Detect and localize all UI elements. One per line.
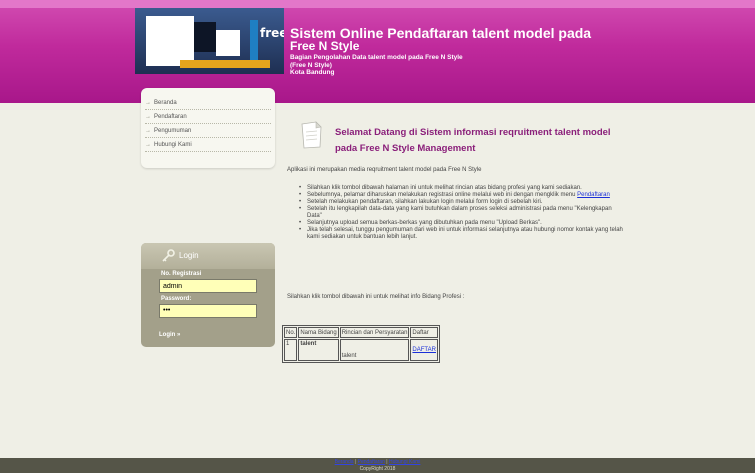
table-header-row: No. Nama Bidang Rincian dan Persyaratan … [284,327,438,338]
login-button-label: Login [159,332,176,338]
table-header-cell: Nama Bidang [298,327,339,338]
table-header-cell: Rincian dan Persyaratan [339,327,410,338]
menu-item-pengumuman[interactable]: → Pengumuman [145,124,271,138]
login-title: Login [179,251,199,260]
intro-text: Aplikasi ini merupakan media reqruitment… [287,167,482,173]
pendaftaran-link[interactable]: Pendaftaran [577,192,610,198]
sidebar: → Beranda → Pendaftaran → Pengumuman → Hubun… [141,88,275,348]
site-subtitle-line3: Kota Bandung [290,69,335,76]
arrow-right-icon: → [145,128,151,134]
login-panel: Login No. Registrasi Password: ••• Login… [141,243,275,347]
profesi-table: No. Nama Bidang Rincian dan Persyaratan … [282,325,440,363]
profesi-info-text: Silahkan klik tombol dibawah ini untuk m… [287,294,465,300]
list-item: Setelah melakukan pendaftaran, silahkan … [298,199,628,206]
footer-link-beranda[interactable]: Beranda [335,459,354,465]
menu-item-label: Hubungi Kami [154,142,192,148]
footer-separator: | [386,459,388,465]
header-banner: free Sistem Online Pendaftaran talent mo… [0,0,755,103]
double-arrow-icon: » [177,332,181,338]
site-logo: free [135,8,284,74]
table-cell-daftar: DAFTAR [410,339,438,361]
menu-item-beranda[interactable]: → Beranda [145,96,271,110]
table-header-cell: Daftar [410,327,438,338]
menu-item-label: Pendaftaran [154,114,187,120]
logo-white-block-2 [216,30,240,56]
menu-item-pendaftaran[interactable]: → Pendaftaran [145,110,271,124]
table-header-cell: No. [284,327,298,338]
footer-separator: | [354,459,357,465]
welcome-line1: Selamat Datang di Sistem informasi reqru… [335,127,611,138]
site-subtitle-line2: (Free N Style) [290,61,332,69]
list-item: Jika telah selesai, tunggu pengumuman da… [298,227,628,241]
site-subtitle-line1: Bagian Pengolahan Data talent model pada… [290,54,463,61]
site-subtitle: Bagian Pengolahan Data talent model pada… [290,54,463,77]
login-header: Login [141,243,275,269]
instruction-list: Silahkan klik tombol dibawah halaman ini… [298,185,628,241]
registration-input[interactable] [159,279,257,293]
arrow-right-icon: → [145,114,151,120]
arrow-right-icon: → [145,100,151,106]
document-icon [301,121,322,149]
list-item: Selanjutnya upload semua berkas-berkas y… [298,220,628,227]
registration-label: No. Registrasi [161,271,202,277]
table-cell-no: 1 [284,339,298,361]
logo-dark-block [194,22,216,52]
daftar-link[interactable]: DAFTAR [412,347,436,353]
key-icon [162,249,175,262]
menu-item-label: Pengumuman [154,128,192,134]
menu-item-label: Beranda [154,100,177,106]
menu-item-hubungi-kami[interactable]: → Hubungi Kami [145,138,271,152]
footer: Beranda | Pendaftaran | Hubungi Kami Cop… [0,458,755,473]
password-label: Password: [161,296,192,302]
site-title: Sistem Online Pendaftaran talent model p… [290,25,592,41]
footer-copyright: CopyRight 2018 [359,466,396,472]
footer-links: Beranda | Pendaftaran | Hubungi Kami [0,458,755,466]
logo-text: free [260,26,284,40]
footer-link-hubungi-kami[interactable]: Hubungi Kami [389,459,420,465]
table-cell-rincian: talent [339,339,410,361]
list-item-text: Sebelumnya, pelamar diharuskan melakukan… [307,192,576,198]
site-title-brand: Free N Style [290,39,360,53]
login-button[interactable]: Login » [159,332,180,338]
footer-link-pendaftaran[interactable]: Pendaftaran [358,459,385,465]
header-top-strip [0,0,755,8]
logo-white-block [146,16,194,66]
table-row: 1 talent talent DAFTAR [284,339,438,361]
welcome-heading: Selamat Datang di Sistem informasi reqru… [335,125,635,157]
list-item: Setelah itu lengkapilah data-data yang k… [298,206,628,220]
list-item: Sebelumnya, pelamar diharuskan melakukan… [298,192,628,199]
password-input[interactable]: ••• [159,304,257,318]
main-menu: → Beranda → Pendaftaran → Pengumuman → Hubun… [141,88,275,168]
welcome-line2: pada Free N Style Management [335,143,476,154]
logo-yellow-bar [180,60,270,68]
table-cell-nama: talent [298,339,339,361]
arrow-right-icon: → [145,142,151,148]
list-item: Silahkan klik tombol dibawah halaman ini… [298,185,628,192]
